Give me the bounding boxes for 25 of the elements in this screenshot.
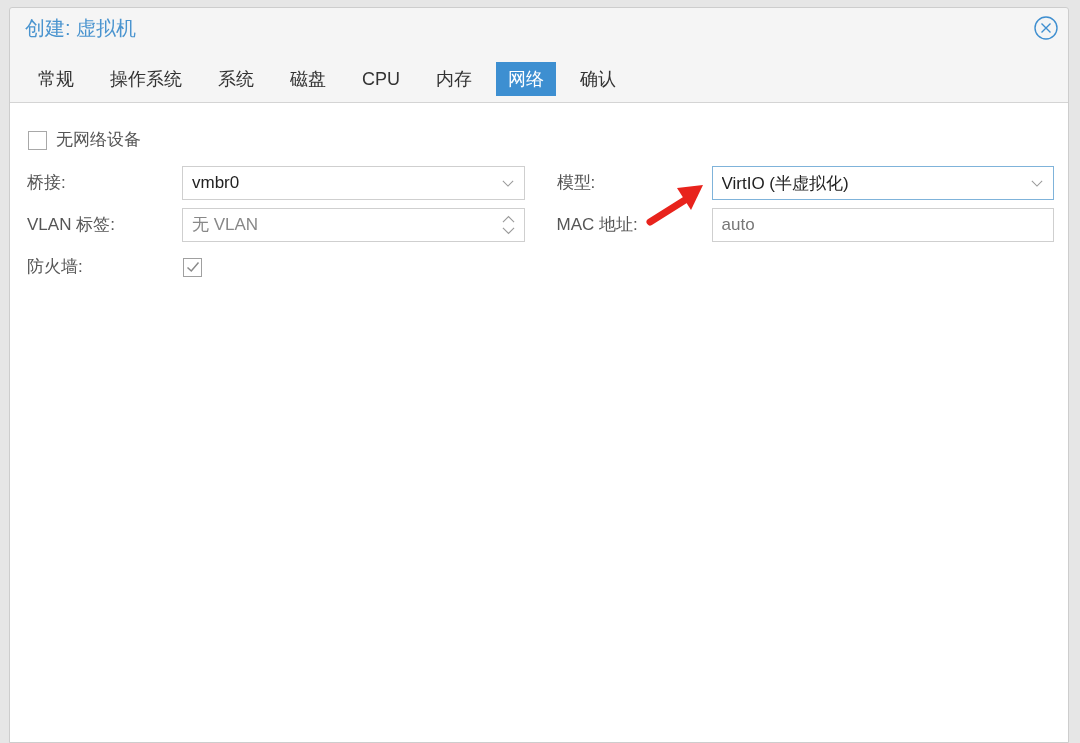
field-label: 模型: bbox=[556, 173, 596, 193]
field-label: 防火墙: bbox=[27, 257, 83, 277]
checkbox[interactable] bbox=[183, 257, 202, 277]
checkbox[interactable] bbox=[28, 130, 47, 150]
tab[interactable]: CPU bbox=[350, 62, 412, 96]
tab[interactable]: 系统 bbox=[206, 62, 266, 96]
close-icon[interactable] bbox=[1034, 16, 1058, 40]
input-field[interactable]: auto bbox=[711, 208, 1054, 242]
checkmark-icon bbox=[185, 260, 200, 274]
window-title: 创建: 虚拟机 bbox=[25, 16, 137, 41]
field-label: 桥接: bbox=[27, 173, 66, 193]
chevron-down-icon[interactable] bbox=[1031, 180, 1043, 187]
up-down-chevron-icon[interactable] bbox=[501, 214, 515, 236]
tab[interactable]: 确认 bbox=[568, 62, 628, 96]
tab[interactable]: 内存 bbox=[424, 62, 484, 96]
tab[interactable]: 操作系统 bbox=[98, 62, 194, 96]
chevron-down-icon[interactable] bbox=[501, 180, 514, 187]
tab[interactable]: 磁盘 bbox=[278, 62, 338, 96]
field-label: MAC 地址: bbox=[556, 215, 638, 235]
dropdown[interactable]: VirtIO (半虚拟化) bbox=[711, 166, 1054, 200]
field-label: VLAN 标签: bbox=[27, 215, 115, 235]
checkbox-label: 无网络设备 bbox=[56, 129, 141, 152]
number-field[interactable]: 无 VLAN bbox=[182, 208, 525, 242]
dropdown[interactable]: vmbr0 bbox=[182, 166, 525, 200]
tab[interactable]: 常规 bbox=[26, 62, 86, 96]
